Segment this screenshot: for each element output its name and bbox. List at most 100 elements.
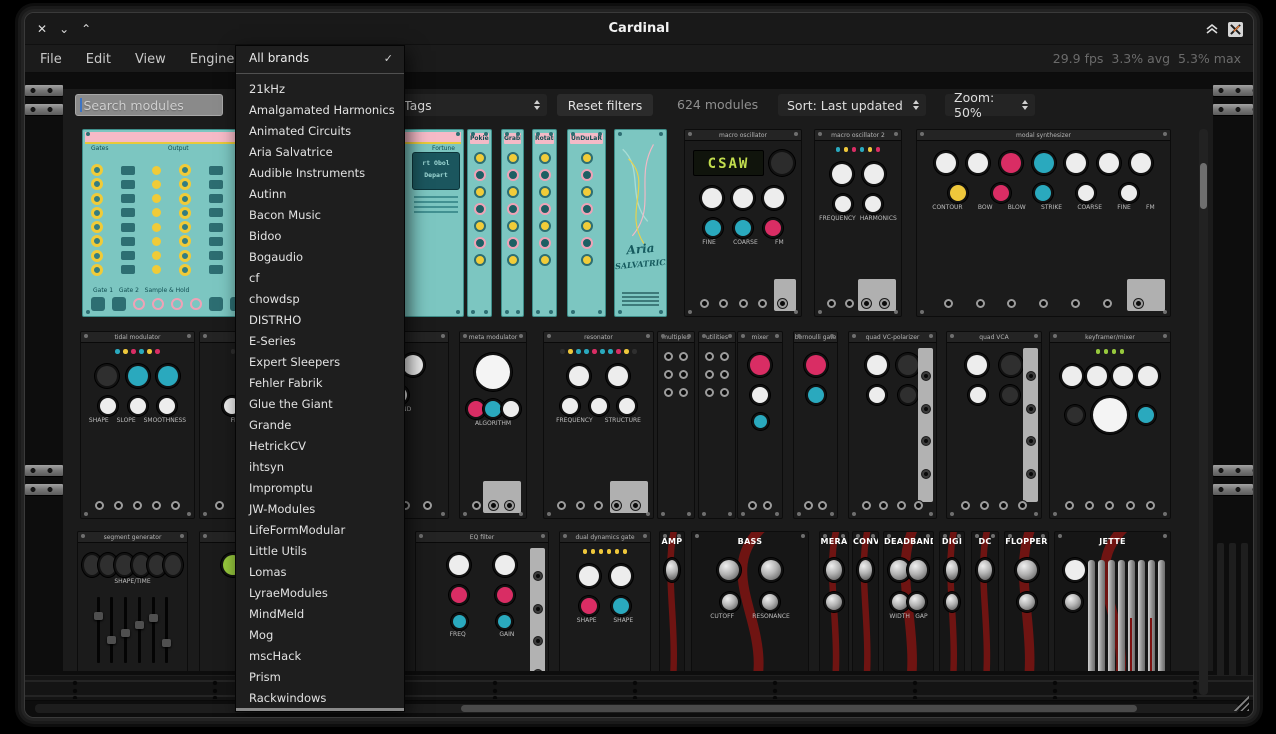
slider[interactable] (165, 597, 168, 663)
knob[interactable] (569, 366, 589, 386)
jack[interactable] (705, 388, 714, 397)
jack[interactable] (818, 501, 827, 510)
menu-view[interactable]: View (135, 52, 166, 67)
knob[interactable] (1099, 153, 1119, 173)
module-card-pokies[interactable]: Pokies (467, 129, 492, 317)
knob[interactable] (619, 398, 635, 414)
slider[interactable] (138, 597, 141, 663)
knob[interactable] (91, 178, 103, 190)
jack[interactable] (1027, 437, 1035, 445)
knob[interactable] (1113, 366, 1133, 386)
module-card-mixer[interactable]: mixer (737, 331, 783, 519)
knob[interactable] (765, 220, 781, 236)
knob[interactable] (97, 366, 117, 386)
knob[interactable] (474, 220, 486, 232)
brand-item-lifeformmodular[interactable]: LifeFormModular (236, 520, 404, 541)
jack[interactable] (1126, 501, 1135, 510)
knob[interactable] (1002, 387, 1018, 403)
brand-item-jw-modules[interactable]: JW-Modules (236, 499, 404, 520)
jack[interactable] (474, 169, 486, 181)
knob[interactable] (581, 254, 593, 266)
jack[interactable] (474, 237, 486, 249)
knob[interactable] (165, 555, 181, 575)
jack[interactable] (999, 501, 1008, 510)
jack[interactable] (664, 352, 673, 361)
jack[interactable] (215, 501, 224, 510)
slider-handle[interactable] (162, 639, 171, 647)
jack[interactable] (1105, 501, 1114, 510)
gate-pad[interactable] (112, 297, 126, 311)
jack[interactable] (539, 237, 551, 249)
jack[interactable] (489, 501, 498, 510)
knob[interactable] (1001, 355, 1021, 375)
knob[interactable] (581, 220, 593, 232)
knob[interactable] (495, 555, 515, 575)
brand-item-mog[interactable]: Mog (236, 625, 404, 646)
knob[interactable] (91, 250, 103, 262)
brand-item-audible-instruments[interactable]: Audible Instruments (236, 163, 404, 184)
brand-item-prism[interactable]: Prism (236, 667, 404, 688)
knob[interactable] (1017, 560, 1037, 580)
jack[interactable] (507, 203, 519, 215)
vertical-scrollbar[interactable] (1199, 129, 1208, 695)
module-card-meta-modulator[interactable]: meta modulatorALGORITHM (459, 331, 527, 519)
horizontal-scrollbar[interactable] (35, 704, 1239, 713)
jack[interactable] (705, 370, 714, 379)
brand-item-aria-salvatrice[interactable]: Aria Salvatrice (236, 142, 404, 163)
jack[interactable] (922, 372, 930, 380)
module-card-undular[interactable]: UnDuLaR (567, 129, 606, 317)
knob[interactable] (179, 264, 191, 276)
knob[interactable] (898, 355, 918, 375)
knob[interactable] (179, 164, 191, 176)
brand-item-chowdsp[interactable]: chowdsp (236, 289, 404, 310)
knob[interactable] (453, 615, 466, 628)
knob[interactable] (719, 560, 739, 580)
encoder-knob[interactable] (771, 152, 793, 174)
slider[interactable] (97, 597, 100, 663)
brand-item-mschack[interactable]: mscHack (236, 646, 404, 667)
knob[interactable] (909, 560, 928, 580)
knob[interactable] (1138, 407, 1154, 423)
knob[interactable] (1066, 153, 1086, 173)
jack[interactable] (534, 637, 542, 645)
knob[interactable] (900, 387, 916, 403)
knob[interactable] (826, 560, 842, 580)
module-card-resonator[interactable]: resonatorFREQUENCYSTRUCTURE (543, 331, 654, 519)
knob[interactable] (1019, 594, 1035, 610)
knob[interactable] (476, 355, 510, 389)
knob[interactable] (91, 164, 103, 176)
knob[interactable] (507, 152, 519, 164)
slider[interactable] (110, 597, 113, 663)
jack[interactable] (748, 501, 757, 510)
knob[interactable] (1035, 185, 1051, 201)
knob[interactable] (451, 587, 467, 603)
vertical-scrollbar-thumb[interactable] (1200, 163, 1207, 209)
knob[interactable] (1078, 185, 1094, 201)
knob[interactable] (497, 587, 513, 603)
knob[interactable] (611, 566, 631, 586)
jack[interactable] (879, 501, 888, 510)
pad[interactable] (209, 297, 223, 311)
knob[interactable] (581, 598, 597, 614)
knob[interactable] (579, 566, 599, 586)
knob[interactable] (936, 153, 956, 173)
knob[interactable] (474, 186, 486, 198)
knob[interactable] (1065, 560, 1085, 580)
brand-item-glue-the-giant[interactable]: Glue the Giant (236, 394, 404, 415)
jack[interactable] (631, 501, 640, 510)
knob[interactable] (702, 188, 722, 208)
jack[interactable] (944, 299, 953, 308)
knob[interactable] (179, 221, 191, 233)
module-card-digi[interactable]: DIGI (939, 531, 965, 671)
jack[interactable] (594, 501, 603, 510)
knob[interactable] (128, 366, 148, 386)
jack[interactable] (880, 299, 889, 308)
knob[interactable] (503, 401, 519, 417)
knob[interactable] (581, 152, 593, 164)
jack[interactable] (804, 501, 813, 510)
knob[interactable] (890, 560, 909, 580)
module-card-aria-salvatrice[interactable]: AriaSALVATRICE (614, 129, 667, 317)
zoom-select[interactable]: Zoom: 50% (945, 94, 1035, 116)
knob[interactable] (946, 594, 958, 610)
knob[interactable] (403, 355, 423, 375)
